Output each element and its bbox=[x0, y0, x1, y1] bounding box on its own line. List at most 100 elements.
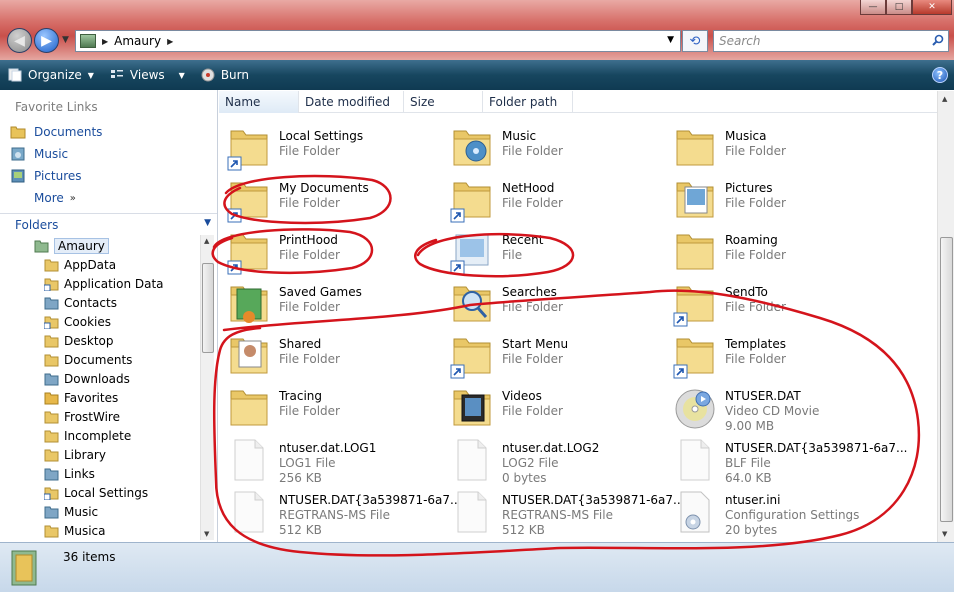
scroll-down-icon[interactable]: ▼ bbox=[942, 530, 947, 538]
folder-icon bbox=[676, 130, 714, 166]
blank-file-icon bbox=[234, 491, 264, 533]
file-tile[interactable]: Local Settings File Folder bbox=[219, 123, 442, 175]
breadcrumb-separator-icon[interactable]: ▶ bbox=[167, 37, 173, 46]
back-button[interactable]: ◀ bbox=[7, 28, 32, 53]
column-date-modified[interactable]: Date modified bbox=[299, 91, 404, 113]
folder-tree-label: Musica bbox=[64, 523, 106, 538]
file-tile[interactable]: Pictures File Folder bbox=[665, 175, 888, 227]
folder-tree-item[interactable]: Application Data bbox=[44, 274, 164, 293]
folder-tree-item[interactable]: Favorites bbox=[44, 388, 118, 407]
file-tile[interactable]: NTUSER.DAT Video CD Movie 9.00 MB bbox=[665, 383, 888, 435]
folder-tree-item[interactable]: Music bbox=[44, 502, 98, 521]
file-name: Roaming bbox=[725, 233, 778, 247]
minimize-button[interactable]: — bbox=[860, 0, 886, 15]
column-size[interactable]: Size bbox=[404, 91, 483, 113]
status-bar: 36 items bbox=[0, 542, 954, 592]
recent-pages-dropdown[interactable]: ▼ bbox=[62, 35, 69, 45]
file-name: ntuser.dat.LOG1 bbox=[279, 441, 377, 455]
scroll-down-icon[interactable]: ▼ bbox=[204, 530, 209, 538]
file-tile[interactable]: NTUSER.DAT{3a539871-6a7... BLF File 64.0… bbox=[665, 435, 907, 487]
favorite-link-more[interactable]: More » bbox=[34, 188, 76, 208]
folder-tree-item[interactable]: Links bbox=[44, 464, 95, 483]
file-type: File Folder bbox=[502, 300, 563, 314]
folder-tree-item[interactable]: AppData bbox=[44, 255, 116, 274]
file-tile[interactable]: Templates File Folder bbox=[665, 331, 888, 383]
file-name: ntuser.ini bbox=[725, 493, 781, 507]
file-tile[interactable]: NTUSER.DAT{3a539871-6a7... REGTRANS-MS F… bbox=[219, 487, 461, 539]
file-tile[interactable]: Shared File Folder bbox=[219, 331, 442, 383]
file-type: File Folder bbox=[502, 144, 563, 158]
folder-tree-item[interactable]: Amaury bbox=[34, 236, 109, 255]
folder-tree-item[interactable]: Downloads bbox=[44, 369, 130, 388]
column-name[interactable]: Name bbox=[219, 91, 299, 113]
video-cd-file-icon bbox=[675, 389, 715, 429]
folders-header[interactable]: Folders ▼ bbox=[0, 213, 217, 235]
file-name: Shared bbox=[279, 337, 322, 351]
file-tile[interactable]: Start Menu File Folder bbox=[442, 331, 665, 383]
maximize-button[interactable]: □ bbox=[886, 0, 912, 15]
file-type: File Folder bbox=[725, 352, 786, 366]
file-tile[interactable]: ntuser.dat.LOG2 LOG2 File 0 bytes bbox=[442, 435, 665, 487]
help-button[interactable]: ? bbox=[932, 67, 948, 83]
folder-tree-item[interactable]: FrostWire bbox=[44, 407, 120, 426]
file-name: Pictures bbox=[725, 181, 773, 195]
file-tile[interactable]: PrintHood File Folder bbox=[219, 227, 442, 279]
file-tile[interactable]: Music File Folder bbox=[442, 123, 665, 175]
file-tile[interactable]: ntuser.dat.LOG1 LOG1 File 256 KB bbox=[219, 435, 442, 487]
folder-tree-item[interactable]: Incomplete bbox=[44, 426, 131, 445]
folder-tree-item[interactable]: Local Settings bbox=[44, 483, 148, 502]
folder-tree-scrollbar[interactable]: ▲ ▼ bbox=[200, 235, 214, 540]
burn-button[interactable]: Burn bbox=[193, 63, 257, 87]
file-tile[interactable]: Tracing File Folder bbox=[219, 383, 442, 435]
file-type: File Folder bbox=[279, 300, 340, 314]
file-tile[interactable]: NetHood File Folder bbox=[442, 175, 665, 227]
file-tile[interactable]: NTUSER.DAT{3a539871-6a7... REGTRANS-MS F… bbox=[442, 487, 684, 539]
folder-tree-label: Cookies bbox=[64, 314, 111, 329]
favorite-link-documents[interactable]: Documents bbox=[10, 122, 102, 142]
column-folder-path[interactable]: Folder path bbox=[483, 91, 573, 113]
file-tile[interactable]: Recent File bbox=[442, 227, 665, 279]
file-tile[interactable]: Saved Games File Folder bbox=[219, 279, 442, 331]
folder-icon bbox=[676, 234, 714, 270]
views-button[interactable]: Views ▼ bbox=[102, 63, 193, 87]
folder-tree-item[interactable]: Desktop bbox=[44, 331, 114, 350]
close-button[interactable]: ✕ bbox=[912, 0, 952, 15]
file-name: Templates bbox=[725, 337, 787, 351]
folder-tree-item[interactable]: Documents bbox=[44, 350, 132, 369]
organize-button[interactable]: Organize ▼ bbox=[0, 63, 102, 87]
search-input[interactable]: Search bbox=[713, 30, 949, 52]
folder-tree-item[interactable]: Contacts bbox=[44, 293, 117, 312]
breadcrumb-amaury[interactable]: Amaury bbox=[114, 34, 161, 48]
scrollbar-thumb[interactable] bbox=[940, 237, 953, 522]
file-size: 0 bytes bbox=[502, 471, 547, 485]
file-type: REGTRANS-MS File bbox=[279, 508, 390, 522]
column-headers: Name Date modified Size Folder path bbox=[219, 91, 939, 113]
address-bar[interactable]: ▶ Amaury ▶ ▼ bbox=[75, 30, 681, 52]
breadcrumb-separator-icon[interactable]: ▶ bbox=[102, 37, 108, 46]
file-name: NetHood bbox=[502, 181, 555, 195]
refresh-button[interactable]: ⟲ bbox=[682, 30, 708, 52]
file-tile[interactable]: ntuser.ini Configuration Settings 20 byt… bbox=[665, 487, 888, 539]
file-tile[interactable]: Searches File Folder bbox=[442, 279, 665, 331]
favorite-link-pictures[interactable]: Pictures bbox=[10, 166, 82, 186]
file-tile[interactable]: SendTo File Folder bbox=[665, 279, 888, 331]
file-tile[interactable]: Videos File Folder bbox=[442, 383, 665, 435]
shortcut-folder-icon bbox=[450, 182, 491, 223]
file-tile[interactable]: Roaming File Folder bbox=[665, 227, 888, 279]
file-list-scrollbar[interactable]: ▲ ▼ bbox=[937, 91, 954, 542]
favorite-link-music[interactable]: Music bbox=[10, 144, 68, 164]
address-dropdown-icon[interactable]: ▼ bbox=[667, 35, 674, 45]
file-tile[interactable]: Musica File Folder bbox=[665, 123, 888, 175]
folder-tree-item[interactable]: Musica bbox=[44, 521, 106, 540]
file-tile[interactable]: My Documents File Folder bbox=[219, 175, 442, 227]
forward-button[interactable]: ▶ bbox=[34, 28, 59, 53]
chevron-down-icon[interactable]: ▼ bbox=[179, 71, 185, 80]
folder-tree-item[interactable]: Cookies bbox=[44, 312, 111, 331]
scroll-up-icon[interactable]: ▲ bbox=[942, 95, 947, 103]
favorite-link-label: Pictures bbox=[34, 169, 82, 183]
scroll-up-icon[interactable]: ▲ bbox=[204, 237, 209, 245]
search-icon[interactable] bbox=[932, 34, 944, 46]
scrollbar-thumb[interactable] bbox=[202, 263, 214, 353]
folder-tree-item[interactable]: Library bbox=[44, 445, 106, 464]
shortcut-folder-icon bbox=[44, 487, 59, 500]
